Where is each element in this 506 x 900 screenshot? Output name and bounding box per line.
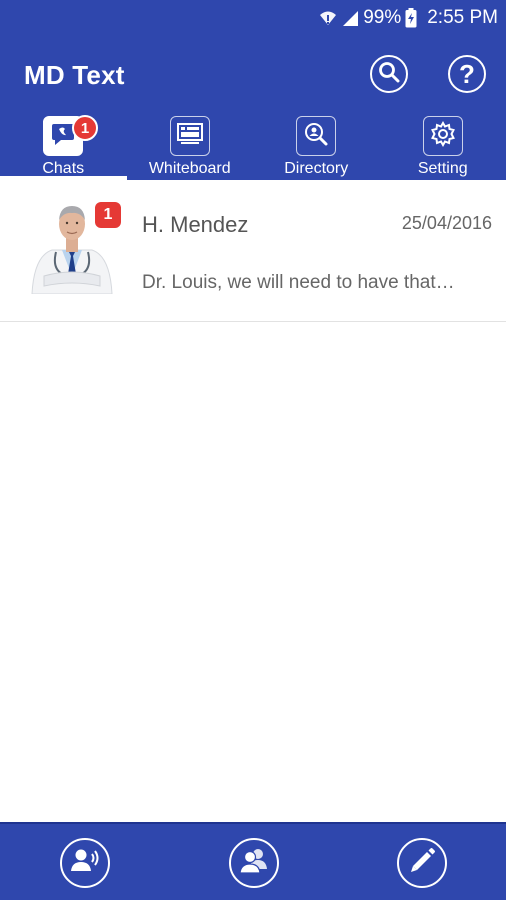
gear-icon	[430, 120, 456, 152]
app-title: MD Text	[24, 60, 125, 90]
compose-button[interactable]	[397, 838, 447, 888]
chat-list-item[interactable]: 1 H. Mendez 25/04/2016 Dr. Louis, we wil…	[0, 180, 506, 322]
search-icon	[378, 61, 400, 88]
wifi-icon	[319, 9, 337, 27]
tab-directory[interactable]: Directory	[253, 114, 380, 180]
group-contacts-button[interactable]	[229, 838, 279, 888]
directory-search-icon	[303, 121, 329, 152]
status-bar: 99% 2:55 PM	[0, 0, 506, 36]
tab-label: Directory	[284, 160, 349, 177]
compose-pencil-icon	[407, 846, 437, 881]
tab-bar: 1 Chats Whiteboard Directory Setting	[0, 114, 506, 180]
battery-percent: 99%	[363, 7, 402, 28]
chat-message-preview: Dr. Louis, we will need to have that…	[142, 272, 455, 293]
chat-list: 1 H. Mendez 25/04/2016 Dr. Louis, we wil…	[0, 180, 506, 322]
tab-chats[interactable]: 1 Chats	[0, 114, 127, 180]
status-time: 2:55 PM	[427, 7, 498, 28]
chats-unread-badge: 1	[72, 115, 98, 141]
search-button[interactable]	[370, 55, 408, 93]
app-bar: MD Text ?	[0, 36, 506, 114]
group-contacts-icon	[238, 845, 270, 882]
chat-date: 25/04/2016	[401, 213, 492, 233]
chat-contact-name: H. Mendez	[142, 212, 249, 237]
directory-tab-frame	[296, 116, 337, 156]
setting-tab-frame	[422, 116, 463, 156]
call-contact-button[interactable]	[60, 838, 110, 888]
whiteboard-icon	[176, 122, 203, 150]
tab-label: Whiteboard	[148, 160, 231, 177]
help-button[interactable]: ?	[448, 55, 486, 93]
call-contact-icon	[69, 845, 101, 882]
tab-setting[interactable]: Setting	[380, 114, 506, 180]
signal-icon	[341, 9, 359, 27]
tab-whiteboard[interactable]: Whiteboard	[127, 114, 254, 180]
tab-label: Setting	[417, 160, 468, 177]
battery-charging-icon	[405, 8, 417, 28]
whiteboard-tab-frame	[169, 116, 210, 156]
bottom-action-bar	[0, 822, 506, 900]
chat-unread-badge: 1	[95, 202, 121, 228]
help-icon: ?	[459, 58, 475, 89]
